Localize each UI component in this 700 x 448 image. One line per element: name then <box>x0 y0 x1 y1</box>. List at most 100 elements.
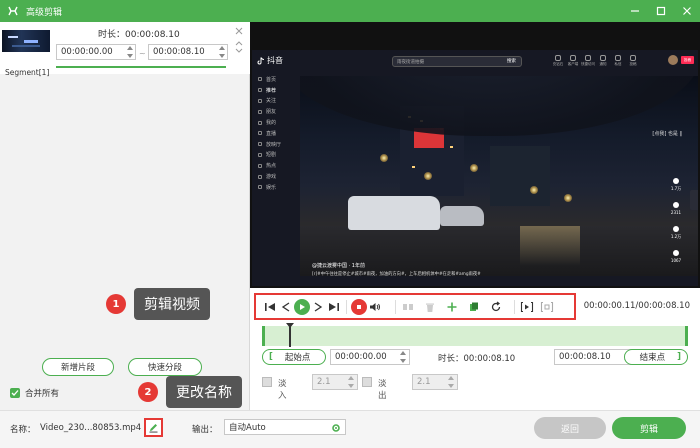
jump-end-icon[interactable] <box>326 298 342 316</box>
player-top-icon[interactable]: 投稿 <box>627 55 639 69</box>
car-shape <box>440 206 484 226</box>
heart-icon[interactable]: 1.7万 <box>668 178 684 200</box>
play-button[interactable] <box>294 298 310 316</box>
umbrella-shape <box>300 76 698 136</box>
gear-icon[interactable] <box>331 423 341 436</box>
player-top-icon[interactable]: 快捷访问 <box>581 55 595 69</box>
merge-all-label: 合并所有 <box>25 389 60 399</box>
nav-icon <box>258 152 262 157</box>
set-end-button[interactable]: 结束点 ] <box>624 349 688 365</box>
player-nav-item[interactable]: 游戏 <box>258 171 281 182</box>
fade-in-input[interactable]: 2.1 <box>312 374 358 390</box>
fade-out-label: 淡出 <box>378 379 387 401</box>
nav-icon <box>258 174 262 179</box>
post-button[interactable]: 投稿 <box>681 56 694 64</box>
player-nav-item[interactable]: 短剧 <box>258 150 281 161</box>
playhead-handle[interactable] <box>286 323 294 347</box>
segment-reorder-icon[interactable] <box>234 39 244 55</box>
fade-in-checkbox[interactable] <box>262 377 272 387</box>
player-top-icon[interactable]: 私信 <box>612 55 624 69</box>
stop-button[interactable] <box>351 298 367 316</box>
player-nav-item[interactable]: 关注 <box>258 96 281 107</box>
avatar[interactable] <box>668 55 678 65</box>
video-preview: 抖音 首页 推荐 关注 朋友 我的 直播 放映厅 短剧 热点 游戏 娱乐 雨夜街道拍摄 搜索 充钻石… <box>250 22 700 288</box>
player-nav-item[interactable]: 首页 <box>258 74 281 85</box>
segment-start-input[interactable]: 00:00:00.00 <box>56 44 136 60</box>
merge-all-checkbox[interactable] <box>10 388 20 398</box>
volume-icon[interactable] <box>367 298 383 316</box>
quick-split-button[interactable]: 快速分段 <box>128 358 202 376</box>
video-frame: [点我] 也是 ‖ <box>300 76 698 276</box>
rename-button[interactable] <box>144 418 163 437</box>
segment-panel: 时长：00:00:08.10 00:00:00.00 ~ 00:00:08.10… <box>0 22 250 410</box>
edit-button[interactable]: 剪辑 <box>612 417 686 439</box>
expand-comments-icon[interactable] <box>690 190 698 210</box>
player-search-button[interactable]: 搜索 <box>504 58 519 65</box>
fade-in-label: 淡入 <box>278 379 287 401</box>
player-nav-item[interactable]: 放映厅 <box>258 139 281 150</box>
set-start-button[interactable]: [ 起始点 <box>262 349 326 365</box>
fade-out-input[interactable]: 2.1 <box>412 374 458 390</box>
close-icon[interactable] <box>674 0 700 22</box>
play-icon <box>294 298 310 315</box>
video-caption: [r]#中午往往是停止#城市#雨夜，加油的方向#，上车后相机体中#在走和#amg… <box>312 272 481 277</box>
segment-card[interactable]: 时长：00:00:08.10 00:00:00.00 ~ 00:00:08.10 <box>0 22 250 74</box>
light-reflection <box>520 226 580 266</box>
callout-label: 更改名称 <box>166 376 242 408</box>
callout-label: 剪辑视频 <box>134 288 210 320</box>
mark-out-icon[interactable] <box>539 298 555 316</box>
add-segment-button[interactable]: 新增片段 <box>42 358 114 376</box>
player-nav-item[interactable]: 直播 <box>258 128 281 139</box>
pencil-icon <box>149 424 158 433</box>
player-nav-item[interactable]: 娱乐 <box>258 182 281 193</box>
maximize-icon[interactable] <box>648 0 674 22</box>
player-sidebar: 抖音 首页 推荐 关注 朋友 我的 直播 放映厅 短剧 热点 游戏 娱乐 <box>252 50 296 286</box>
player-nav-item[interactable]: 我的 <box>258 117 281 128</box>
nav-icon <box>258 98 262 103</box>
player-nav: 首页 推荐 关注 朋友 我的 直播 放映厅 短剧 热点 游戏 娱乐 <box>258 74 281 193</box>
mark-in-icon[interactable] <box>519 298 535 316</box>
callout-number: 2 <box>138 382 158 402</box>
output-select[interactable]: 自动Auto <box>224 419 346 435</box>
bottom-bar: 名称： Video_230...80853.mp4 输出： 自动Auto 返回 … <box>0 410 700 448</box>
stop-icon <box>351 298 367 315</box>
segment-progress-bar <box>56 66 226 68</box>
video-author: @捷云渡雾中国 · 1年前 <box>312 263 365 269</box>
reset-icon[interactable] <box>488 298 504 316</box>
segment-close-icon[interactable] <box>234 26 244 36</box>
back-button[interactable]: 返回 <box>534 417 606 439</box>
segment-end-input[interactable]: 00:00:08.10 <box>148 44 228 60</box>
add-icon[interactable] <box>444 298 460 316</box>
minimize-icon[interactable] <box>622 0 648 22</box>
next-frame-icon[interactable] <box>310 298 326 316</box>
time-readout: 00:00:00.11/00:00:08.10 <box>583 301 690 311</box>
player-nav-item[interactable]: 推荐 <box>258 85 281 96</box>
output-label: 输出： <box>192 425 218 435</box>
player-top-icon[interactable]: 通知 <box>597 55 609 69</box>
trim-start-input[interactable]: 00:00:00.00 <box>330 349 410 365</box>
player-nav-item[interactable]: 朋友 <box>258 106 281 117</box>
split-icon[interactable] <box>400 298 416 316</box>
player-top-icon[interactable]: 客户端 <box>567 55 579 69</box>
trim-timeline[interactable] <box>262 323 688 347</box>
share-icon[interactable]: 1067 <box>668 250 684 272</box>
playback-controls: 00:00:00.11/00:00:08.10 <box>250 288 700 324</box>
delete-icon[interactable] <box>422 298 438 316</box>
player-nav-item[interactable]: 热点 <box>258 160 281 171</box>
copy-icon[interactable] <box>466 298 482 316</box>
trim-range-row: [ 起始点 00:00:00.00 时长：00:00:08.10 00:00:0… <box>258 349 690 367</box>
jump-start-icon[interactable] <box>262 298 278 316</box>
star-icon[interactable]: 1.2万 <box>668 226 684 248</box>
trim-end-input[interactable]: 00:00:08.10 <box>554 349 634 365</box>
fade-out-checkbox[interactable] <box>362 377 372 387</box>
player-top-icon[interactable]: 充钻石 <box>552 55 564 69</box>
range-separator: ~ <box>139 49 146 58</box>
prev-frame-icon[interactable] <box>278 298 294 316</box>
player-top-icons: 充钻石 客户端 快捷访问 通知 私信 投稿 <box>552 55 642 69</box>
player-search[interactable]: 雨夜街道拍摄 搜索 <box>392 56 522 67</box>
segment-label: Segment[1] <box>5 68 50 77</box>
merge-all-row[interactable]: 合并所有 <box>10 387 59 399</box>
nav-icon <box>258 77 262 82</box>
comment-icon[interactable]: 2311 <box>668 202 684 224</box>
segment-thumbnail <box>2 30 50 52</box>
